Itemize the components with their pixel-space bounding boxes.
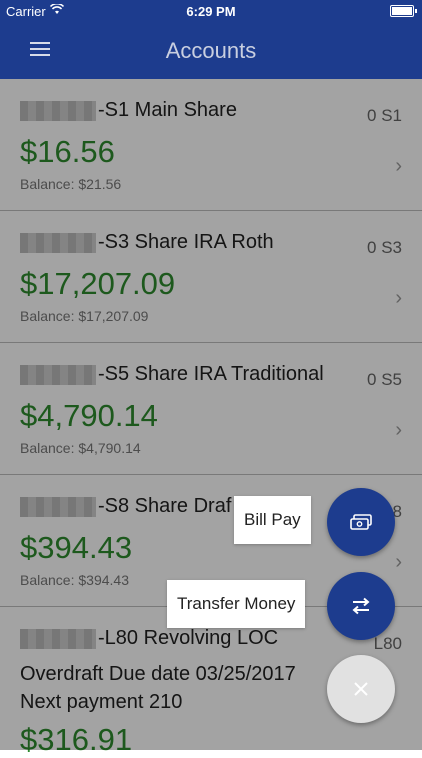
transfer-arrows-icon (327, 572, 395, 640)
bill-pay-button[interactable] (327, 488, 395, 556)
page-title: Accounts (165, 38, 257, 63)
close-menu-button[interactable] (327, 655, 395, 723)
transfer-money-button[interactable] (327, 572, 395, 640)
nav-bar: Accounts (0, 22, 422, 79)
transfer-money-label[interactable]: Transfer Money (167, 580, 306, 628)
bill-pay-label[interactable]: Bill Pay (234, 496, 311, 544)
dim-overlay[interactable] (0, 79, 422, 750)
cash-icon (327, 488, 395, 556)
close-icon (327, 655, 395, 723)
status-bar: Carrier 6:29 PM (0, 0, 422, 22)
battery-icon (390, 5, 417, 17)
status-time: 6:29 PM (186, 4, 236, 19)
